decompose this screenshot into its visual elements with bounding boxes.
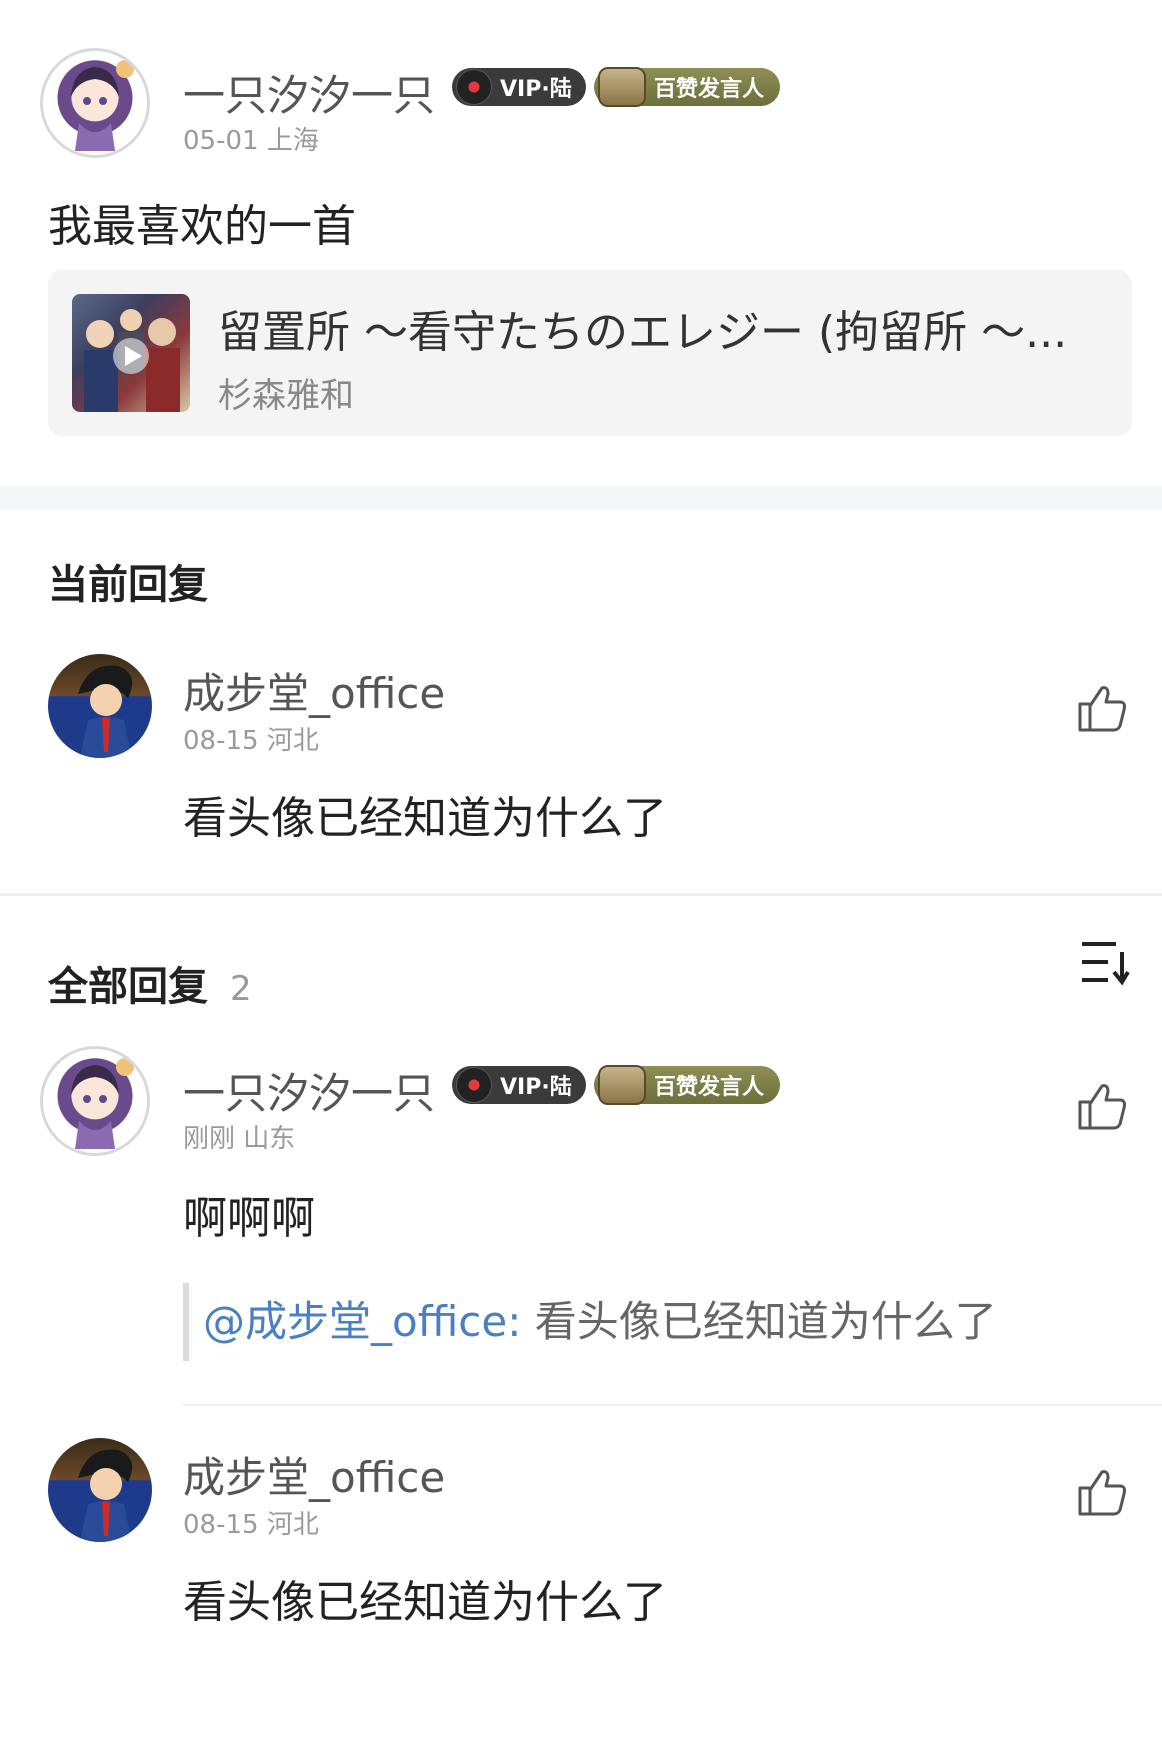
reply-text: 看头像已经知道为什么了	[183, 1577, 667, 1628]
avatar-illustration	[78, 665, 133, 758]
post-text: 我最喜欢的一首	[48, 201, 356, 252]
reply-author-name[interactable]: 成步堂_office	[183, 660, 445, 721]
current-reply-title: 当前回复	[48, 562, 208, 608]
all-replies-title: 全部回复 2	[48, 954, 252, 1012]
song-title: 留置所 ～看守たちのエレジー (拘留所 ～...	[218, 307, 1068, 358]
reply-date: 08-15	[183, 726, 259, 756]
vip-badge-label: VIP·陆	[500, 1075, 572, 1100]
reply-date: 刚刚	[183, 1124, 236, 1154]
avatar-illustration	[71, 1058, 134, 1149]
divider	[0, 893, 1162, 896]
section-divider	[0, 486, 1162, 510]
quote-text: 看头像已经知道为什么了	[521, 1297, 997, 1346]
avatar-illustration	[78, 1449, 133, 1542]
reply-meta: 刚刚 山东	[183, 1118, 295, 1155]
song-artist[interactable]: 杉森雅和	[218, 368, 354, 417]
vip-badge-label: VIP·陆	[500, 77, 572, 102]
title-badge[interactable]: 百赞发言人	[594, 67, 781, 111]
avatar[interactable]	[40, 1046, 150, 1156]
typewriter-icon	[598, 1065, 646, 1105]
reply-author-name[interactable]: 一只汐汐一只	[183, 1060, 435, 1121]
post-meta: 05-01 上海	[183, 120, 319, 157]
all-replies-label: 全部回复	[48, 964, 208, 1010]
post-date: 05-01	[183, 126, 259, 156]
song-card[interactable]: 留置所 ～看守たちのエレジー (拘留所 ～... 杉森雅和	[48, 270, 1132, 436]
title-badge-label: 百赞发言人	[654, 76, 765, 102]
avatar-illustration	[71, 60, 134, 151]
vip-badge[interactable]: VIP·陆	[452, 68, 586, 109]
vip-badge[interactable]: VIP·陆	[452, 1066, 586, 1107]
reply-count: 2	[229, 969, 252, 1009]
avatar[interactable]	[48, 1438, 152, 1542]
quote-mention[interactable]: @成步堂_office:	[203, 1297, 521, 1346]
thumbs-up-icon[interactable]	[1076, 1466, 1128, 1518]
reply-location: 山东	[243, 1124, 296, 1154]
reply-meta: 08-15 河北	[183, 1504, 319, 1541]
reply-text: 啊啊啊	[183, 1193, 315, 1244]
title-badge[interactable]: 百赞发言人	[594, 1065, 781, 1109]
avatar[interactable]	[48, 654, 152, 758]
divider	[183, 1404, 1162, 1406]
typewriter-icon	[598, 67, 646, 107]
reply-meta: 08-15 河北	[183, 720, 319, 757]
avatar[interactable]	[40, 48, 150, 158]
post-location: 上海	[266, 126, 319, 156]
title-badge-label: 百赞发言人	[654, 1074, 765, 1100]
reply-author-name[interactable]: 成步堂_office	[183, 1444, 445, 1505]
sort-icon[interactable]	[1080, 938, 1130, 986]
reply-location: 河北	[266, 1510, 319, 1540]
vinyl-record-icon	[456, 69, 492, 105]
thumbs-up-icon[interactable]	[1076, 682, 1128, 734]
reply-location: 河北	[266, 726, 319, 756]
reply-date: 08-15	[183, 1510, 259, 1540]
album-cover-art	[84, 309, 180, 412]
thumbs-up-icon[interactable]	[1076, 1080, 1128, 1132]
album-cover	[72, 294, 190, 412]
vinyl-record-icon	[456, 1067, 492, 1103]
quoted-reply[interactable]: @成步堂_office: 看头像已经知道为什么了	[183, 1283, 997, 1361]
reply-text: 看头像已经知道为什么了	[183, 793, 667, 844]
post-author-name[interactable]: 一只汐汐一只	[183, 62, 435, 123]
